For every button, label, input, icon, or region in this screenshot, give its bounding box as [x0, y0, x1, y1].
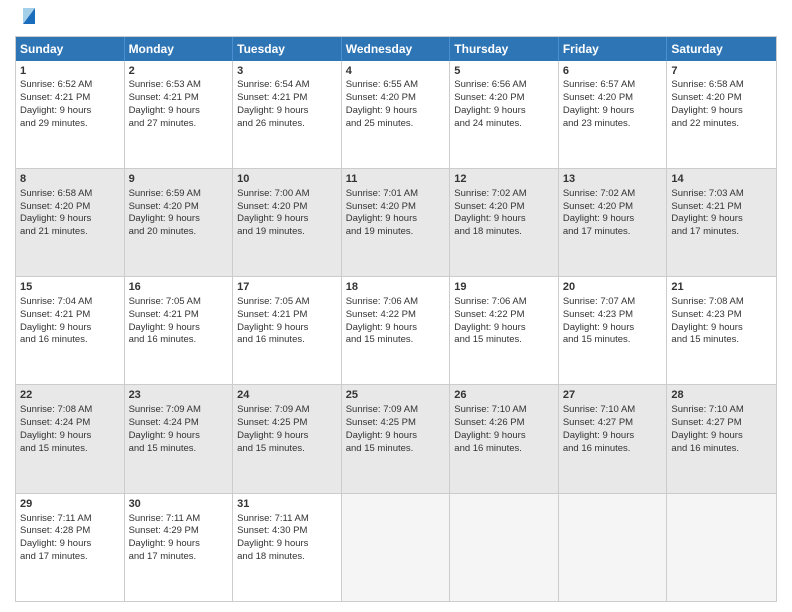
cal-cell: 21Sunrise: 7:08 AMSunset: 4:23 PMDayligh… — [667, 277, 776, 384]
cal-cell: 19Sunrise: 7:06 AMSunset: 4:22 PMDayligh… — [450, 277, 559, 384]
dow-wednesday: Wednesday — [342, 37, 451, 61]
cal-cell: 6Sunrise: 6:57 AMSunset: 4:20 PMDaylight… — [559, 61, 668, 168]
cal-cell: 9Sunrise: 6:59 AMSunset: 4:20 PMDaylight… — [125, 169, 234, 276]
cal-cell: 29Sunrise: 7:11 AMSunset: 4:28 PMDayligh… — [16, 494, 125, 601]
cal-cell: 7Sunrise: 6:58 AMSunset: 4:20 PMDaylight… — [667, 61, 776, 168]
cal-week-1: 1Sunrise: 6:52 AMSunset: 4:21 PMDaylight… — [16, 61, 776, 169]
cal-cell: 13Sunrise: 7:02 AMSunset: 4:20 PMDayligh… — [559, 169, 668, 276]
page: Sunday Monday Tuesday Wednesday Thursday… — [0, 0, 792, 612]
cal-cell: 8Sunrise: 6:58 AMSunset: 4:20 PMDaylight… — [16, 169, 125, 276]
calendar-body: 1Sunrise: 6:52 AMSunset: 4:21 PMDaylight… — [16, 61, 776, 601]
cal-cell: 15Sunrise: 7:04 AMSunset: 4:21 PMDayligh… — [16, 277, 125, 384]
calendar-header: Sunday Monday Tuesday Wednesday Thursday… — [16, 37, 776, 61]
cal-cell: 4Sunrise: 6:55 AMSunset: 4:20 PMDaylight… — [342, 61, 451, 168]
logo — [15, 10, 40, 28]
logo-icon — [18, 4, 40, 26]
cal-cell: 28Sunrise: 7:10 AMSunset: 4:27 PMDayligh… — [667, 385, 776, 492]
cal-cell: 22Sunrise: 7:08 AMSunset: 4:24 PMDayligh… — [16, 385, 125, 492]
cal-cell: 20Sunrise: 7:07 AMSunset: 4:23 PMDayligh… — [559, 277, 668, 384]
cal-cell — [559, 494, 668, 601]
calendar: Sunday Monday Tuesday Wednesday Thursday… — [15, 36, 777, 602]
cal-cell-1: 1Sunrise: 6:52 AMSunset: 4:21 PMDaylight… — [16, 61, 125, 168]
cal-cell: 16Sunrise: 7:05 AMSunset: 4:21 PMDayligh… — [125, 277, 234, 384]
dow-thursday: Thursday — [450, 37, 559, 61]
cal-week-3: 15Sunrise: 7:04 AMSunset: 4:21 PMDayligh… — [16, 277, 776, 385]
cal-cell: 2Sunrise: 6:53 AMSunset: 4:21 PMDaylight… — [125, 61, 234, 168]
cal-cell: 23Sunrise: 7:09 AMSunset: 4:24 PMDayligh… — [125, 385, 234, 492]
cal-cell: 14Sunrise: 7:03 AMSunset: 4:21 PMDayligh… — [667, 169, 776, 276]
cal-cell: 30Sunrise: 7:11 AMSunset: 4:29 PMDayligh… — [125, 494, 234, 601]
cal-cell — [450, 494, 559, 601]
cal-cell: 27Sunrise: 7:10 AMSunset: 4:27 PMDayligh… — [559, 385, 668, 492]
cal-cell: 24Sunrise: 7:09 AMSunset: 4:25 PMDayligh… — [233, 385, 342, 492]
cal-cell — [342, 494, 451, 601]
cal-week-2: 8Sunrise: 6:58 AMSunset: 4:20 PMDaylight… — [16, 169, 776, 277]
cal-cell: 31Sunrise: 7:11 AMSunset: 4:30 PMDayligh… — [233, 494, 342, 601]
cal-cell: 17Sunrise: 7:05 AMSunset: 4:21 PMDayligh… — [233, 277, 342, 384]
cal-cell: 11Sunrise: 7:01 AMSunset: 4:20 PMDayligh… — [342, 169, 451, 276]
cal-cell: 25Sunrise: 7:09 AMSunset: 4:25 PMDayligh… — [342, 385, 451, 492]
cal-cell — [667, 494, 776, 601]
dow-sunday: Sunday — [16, 37, 125, 61]
cal-week-4: 22Sunrise: 7:08 AMSunset: 4:24 PMDayligh… — [16, 385, 776, 493]
cal-cell: 3Sunrise: 6:54 AMSunset: 4:21 PMDaylight… — [233, 61, 342, 168]
dow-monday: Monday — [125, 37, 234, 61]
dow-friday: Friday — [559, 37, 668, 61]
cal-cell: 18Sunrise: 7:06 AMSunset: 4:22 PMDayligh… — [342, 277, 451, 384]
cal-cell: 26Sunrise: 7:10 AMSunset: 4:26 PMDayligh… — [450, 385, 559, 492]
cal-cell: 10Sunrise: 7:00 AMSunset: 4:20 PMDayligh… — [233, 169, 342, 276]
cal-cell: 5Sunrise: 6:56 AMSunset: 4:20 PMDaylight… — [450, 61, 559, 168]
cal-week-5: 29Sunrise: 7:11 AMSunset: 4:28 PMDayligh… — [16, 494, 776, 601]
header — [15, 10, 777, 28]
dow-saturday: Saturday — [667, 37, 776, 61]
cal-cell: 12Sunrise: 7:02 AMSunset: 4:20 PMDayligh… — [450, 169, 559, 276]
dow-tuesday: Tuesday — [233, 37, 342, 61]
